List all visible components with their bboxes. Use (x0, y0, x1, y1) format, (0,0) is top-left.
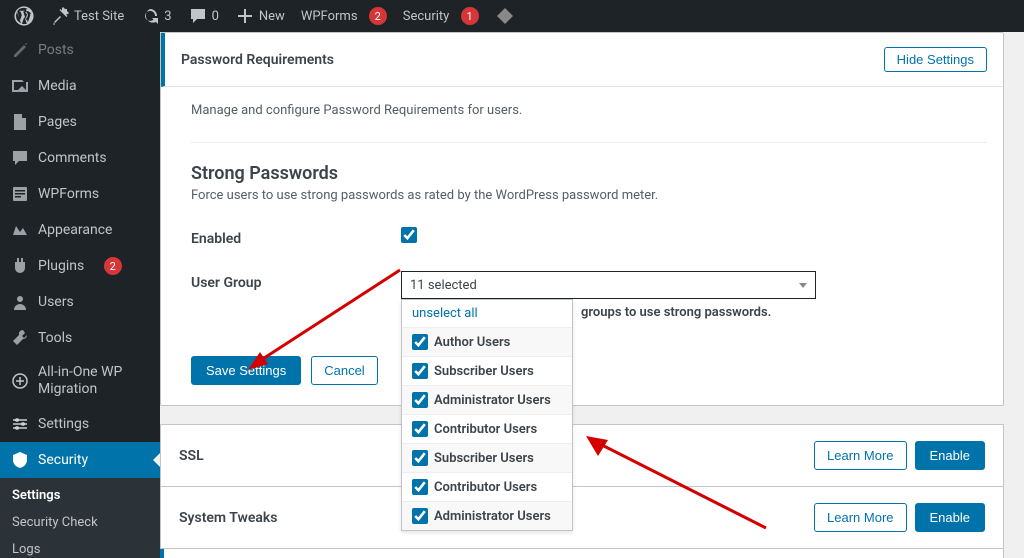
save-settings-button[interactable]: Save Settings (191, 356, 301, 385)
updates-count: 3 (164, 9, 171, 24)
tweaks-enable[interactable]: Enable (915, 503, 985, 532)
admin-sidebar: Posts Media Pages Comments WPForms Appea… (0, 32, 160, 558)
security-submenu: Settings Security Check Logs Go Pro (0, 478, 160, 558)
menu-plugins[interactable]: Plugins 2 (0, 248, 160, 284)
submenu-logs[interactable]: Logs (0, 536, 160, 558)
unselect-all[interactable]: unselect all (402, 300, 572, 327)
site-name-text: Test Site (74, 9, 124, 24)
toolbar-diamond-icon[interactable] (487, 0, 523, 32)
menu-posts[interactable]: Posts (0, 32, 160, 68)
menu-appearance[interactable]: Appearance (0, 212, 160, 248)
section-subtitle: Force users to use strong passwords as r… (191, 188, 987, 203)
menu-pages[interactable]: Pages (0, 104, 160, 140)
toolbar-new[interactable]: New (227, 0, 293, 32)
menu-users[interactable]: Users (0, 284, 160, 320)
updates[interactable]: 3 (132, 0, 179, 32)
modules-list: SSL Learn More Enable System Tweaks Lear… (160, 424, 1004, 558)
admin-toolbar: Test Site 3 0 New WPForms 2 Security 1 (0, 0, 1024, 32)
menu-wpforms[interactable]: WPForms (0, 176, 160, 212)
option-contributor[interactable]: Contributor Users (402, 414, 572, 443)
menu-settings[interactable]: Settings (0, 406, 160, 442)
wpforms-badge: 2 (369, 7, 387, 25)
toolbar-wpforms[interactable]: WPForms 2 (293, 0, 395, 32)
card-title: Password Requirements (181, 52, 334, 68)
plugins-badge: 2 (104, 257, 122, 275)
module-system-tweaks: System Tweaks Learn More Enable (160, 487, 1004, 549)
toolbar-comments[interactable]: 0 (180, 0, 227, 32)
cancel-button[interactable]: Cancel (311, 356, 377, 385)
content-area: Password Requirements Hide Settings Mana… (160, 32, 1024, 558)
option-author[interactable]: Author Users (402, 327, 572, 356)
section-title: Strong Passwords (191, 163, 987, 184)
module-ssl: SSL Learn More Enable (160, 424, 1004, 487)
wp-logo[interactable] (6, 0, 42, 32)
menu-comments[interactable]: Comments (0, 140, 160, 176)
option-administrator-2[interactable]: Administrator Users (402, 501, 572, 530)
new-label: New (259, 9, 285, 24)
submenu-settings[interactable]: Settings (0, 482, 160, 509)
security-badge: 1 (461, 7, 479, 25)
select-value: 11 selected (410, 278, 477, 293)
option-administrator[interactable]: Administrator Users (402, 385, 572, 414)
chevron-down-icon (799, 283, 807, 288)
ssl-enable[interactable]: Enable (915, 441, 985, 470)
user-group-label: User Group (191, 271, 401, 291)
menu-security[interactable]: Security (0, 442, 160, 478)
tweaks-learn-more[interactable]: Learn More (814, 503, 906, 532)
enabled-label: Enabled (191, 227, 401, 247)
menu-tools[interactable]: Tools (0, 320, 160, 356)
user-group-select[interactable]: 11 selected (401, 271, 816, 299)
card-intro: Manage and configure Password Requiremen… (191, 103, 987, 118)
ssl-learn-more[interactable]: Learn More (814, 441, 906, 470)
option-subscriber-2[interactable]: Subscriber Users (402, 443, 572, 472)
password-requirements-card: Password Requirements Hide Settings Mana… (160, 32, 1004, 406)
option-contributor-2[interactable]: Contributor Users (402, 472, 572, 501)
enabled-checkbox[interactable] (401, 227, 417, 243)
option-subscriber[interactable]: Subscriber Users (402, 356, 572, 385)
submenu-security-check[interactable]: Security Check (0, 509, 160, 536)
comments-count: 0 (212, 9, 219, 24)
module-wp-salts: WordPress Salts Configure Settings (160, 549, 1004, 558)
user-group-dropdown: unselect all Author Users Subscriber Use… (401, 299, 573, 531)
site-name[interactable]: Test Site (42, 0, 132, 32)
menu-migration[interactable]: All-in-One WP Migration (0, 356, 160, 406)
user-group-hint: groups to use strong passwords. (581, 305, 987, 320)
toolbar-security[interactable]: Security 1 (395, 0, 487, 32)
hide-settings-button[interactable]: Hide Settings (884, 47, 987, 72)
menu-media[interactable]: Media (0, 68, 160, 104)
